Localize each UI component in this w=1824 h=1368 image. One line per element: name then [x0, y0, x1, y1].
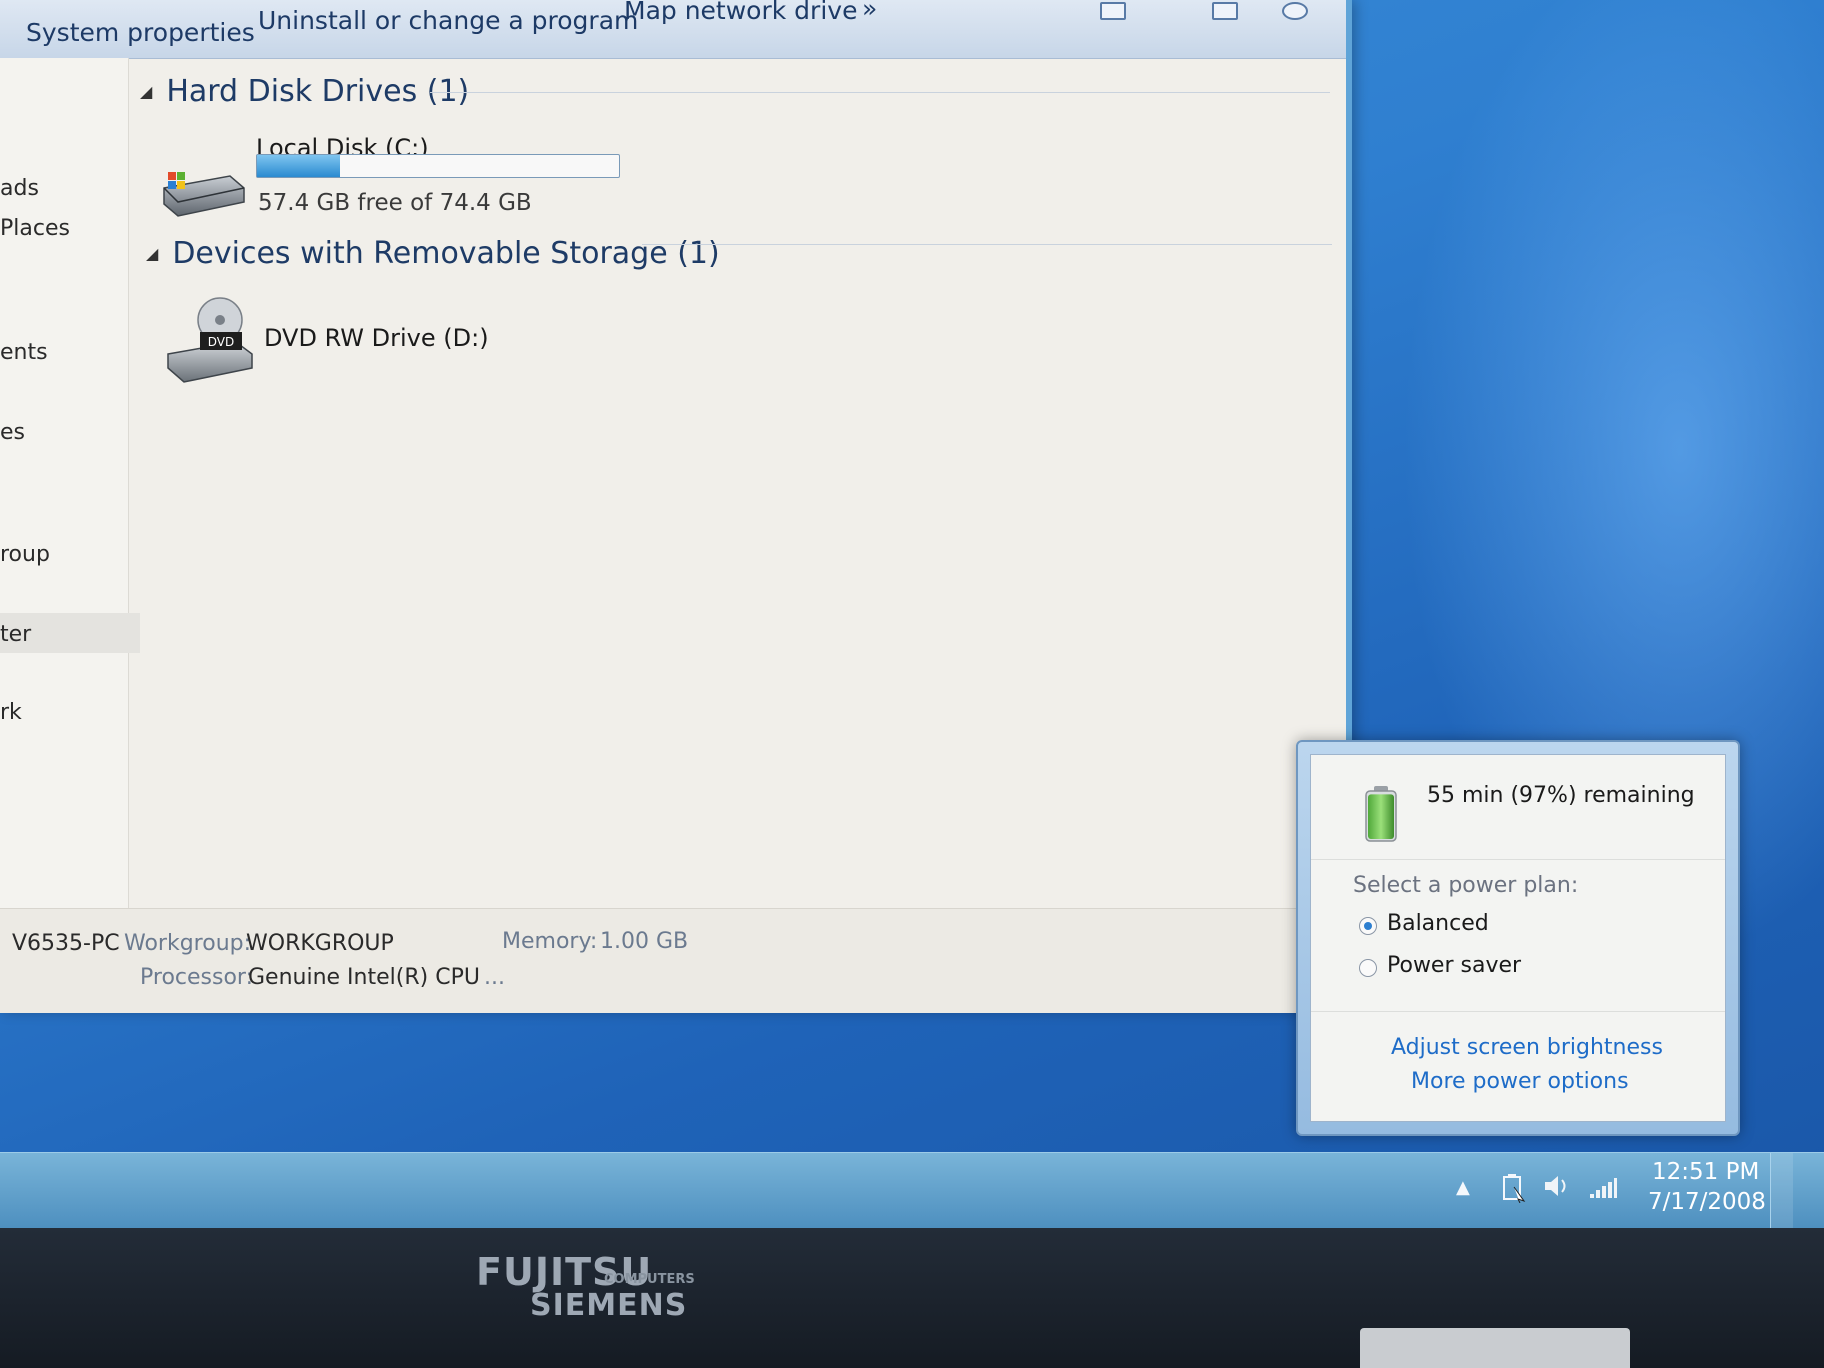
disk-usage-fill: [257, 155, 341, 177]
show-desktop-button[interactable]: [1770, 1153, 1793, 1228]
view-options-icon[interactable]: [1100, 2, 1126, 20]
network-signal-icon[interactable]: [1588, 1173, 1618, 1208]
memory-value: 1.00 GB: [600, 929, 689, 954]
pc-name: V6535-PC: [12, 931, 120, 956]
volume-icon[interactable]: [1542, 1171, 1572, 1209]
nav-item-downloads[interactable]: ads: [0, 176, 39, 201]
taskbar: ▲ 12:51 PM 7/17/2008: [0, 1152, 1824, 1228]
brand-logo-siemens: SIEMENS: [530, 1288, 688, 1323]
help-icon[interactable]: [1282, 2, 1308, 20]
command-bar: System properties Uninstall or change a …: [0, 0, 1346, 59]
nav-item-recent-places[interactable]: Places: [0, 216, 70, 241]
separator: [1311, 1011, 1725, 1012]
group-header-hard-disk[interactable]: ◢ Hard Disk Drives (1): [140, 74, 469, 109]
processor-ellipsis: ...: [484, 965, 505, 990]
content-pane: ◢ Hard Disk Drives (1) Local Disk (C:) 5…: [130, 58, 1346, 908]
power-flyout-panel: 55 min (97%) remaining Select a power pl…: [1310, 754, 1726, 1122]
nav-item-homegroup[interactable]: roup: [0, 542, 50, 567]
power-plan-prompt: Select a power plan:: [1353, 873, 1579, 898]
clock-time[interactable]: 12:51 PM: [1652, 1159, 1759, 1185]
balanced-radio[interactable]: [1359, 917, 1377, 935]
dvd-drive-icon: DVD: [167, 297, 253, 383]
more-commands-button[interactable]: »: [862, 0, 877, 23]
hinge: [1360, 1328, 1630, 1368]
hard-disk-icon: [163, 172, 245, 217]
collapse-triangle-icon[interactable]: ◢: [140, 82, 152, 101]
details-pane: V6535-PC Workgroup: WORKGROUP Memory: 1.…: [0, 908, 1346, 1013]
dvd-icon-label: DVD: [208, 335, 234, 349]
group-title-removable: Devices with Removable Storage (1): [172, 236, 720, 271]
group-header-removable[interactable]: ◢ Devices with Removable Storage (1): [146, 236, 720, 271]
workgroup-value: WORKGROUP: [246, 931, 394, 956]
battery-remaining: 55 min (97%) remaining: [1427, 783, 1695, 808]
balanced-label[interactable]: Balanced: [1387, 911, 1489, 936]
processor-label: Processor:: [140, 965, 253, 990]
power-flyout: 55 min (97%) remaining Select a power pl…: [1296, 740, 1740, 1136]
uninstall-program-button[interactable]: Uninstall or change a program: [258, 6, 638, 35]
nav-item-computer[interactable]: ter: [0, 622, 31, 647]
power-saver-label[interactable]: Power saver: [1387, 953, 1521, 978]
show-hidden-icons-button[interactable]: ▲: [1456, 1177, 1470, 1198]
laptop-bezel: FUJITSU COMPUTERS SIEMENS: [0, 1228, 1824, 1368]
map-network-drive-button[interactable]: Map network drive: [624, 0, 857, 25]
more-power-options-link[interactable]: More power options: [1411, 1069, 1629, 1094]
clock-date[interactable]: 7/17/2008: [1648, 1189, 1766, 1215]
battery-tray-icon[interactable]: [1500, 1173, 1526, 1211]
navigation-pane: ads Places ents es roup ter rk: [0, 58, 140, 908]
collapse-triangle-icon[interactable]: ◢: [146, 244, 158, 263]
nav-item-network[interactable]: rk: [0, 700, 22, 725]
battery-icon: [1365, 786, 1397, 842]
system-properties-button[interactable]: System properties: [26, 18, 255, 47]
drive-free-space: 57.4 GB free of 74.4 GB: [258, 190, 532, 216]
group-divider: [430, 92, 1330, 93]
processor-value: Genuine Intel(R) CPU: [248, 965, 480, 990]
screen: System properties Uninstall or change a …: [0, 0, 1824, 1228]
nav-item-documents[interactable]: ents: [0, 340, 48, 365]
memory-label: Memory:: [502, 929, 598, 954]
group-title-hard-disk: Hard Disk Drives (1): [166, 74, 470, 109]
brand-logo-computers: COMPUTERS: [604, 1272, 695, 1287]
explorer-window: System properties Uninstall or change a …: [0, 0, 1352, 1013]
nav-item-pictures[interactable]: es: [0, 420, 25, 445]
group-divider: [642, 244, 1332, 245]
power-saver-radio[interactable]: [1359, 959, 1377, 977]
workgroup-label: Workgroup:: [124, 931, 252, 956]
disk-usage-bar: [256, 154, 620, 178]
separator: [1311, 859, 1725, 860]
adjust-brightness-link[interactable]: Adjust screen brightness: [1391, 1035, 1663, 1060]
drive-name-d[interactable]: DVD RW Drive (D:): [264, 324, 489, 352]
preview-pane-icon[interactable]: [1212, 2, 1238, 20]
